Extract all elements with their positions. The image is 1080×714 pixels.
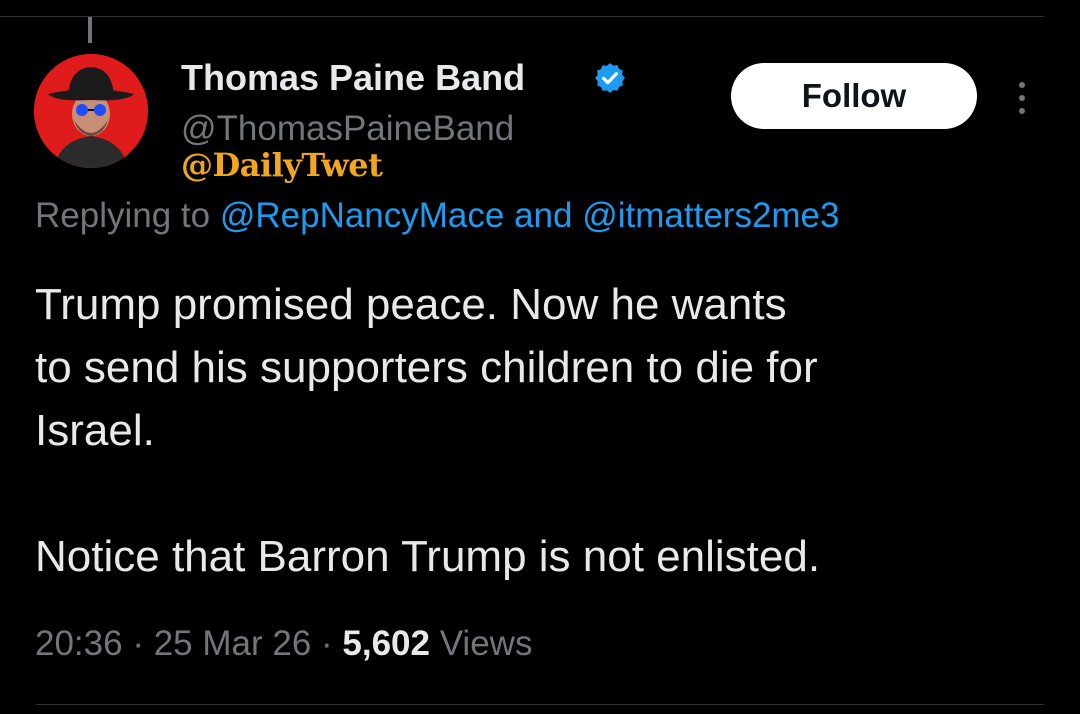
top-divider	[0, 16, 1044, 17]
mention-link-itmatters2me3[interactable]: @itmatters2me3	[582, 196, 839, 235]
meta-separator: ·	[311, 624, 343, 663]
tweet-text: Trump promised peace. Now he wants to se…	[35, 273, 820, 588]
views-count[interactable]: 5,602	[342, 624, 430, 663]
avatar[interactable]	[34, 54, 148, 168]
thread-connector-line	[88, 17, 92, 43]
tweet-time[interactable]: 20:36	[35, 624, 123, 663]
verified-badge-icon	[595, 63, 625, 93]
tweet-text-line: Israel.	[35, 406, 155, 455]
replying-to-prefix: Replying to	[35, 196, 220, 235]
tweet-text-line: to send his supporters children to die f…	[35, 343, 818, 392]
replying-to-line: Replying to @RepNancyMace and @itmatters…	[35, 196, 840, 236]
author-display-name[interactable]: Thomas Paine Band	[181, 57, 525, 99]
avatar-image	[34, 54, 148, 168]
author-handle[interactable]: @ThomasPaineBand	[181, 109, 514, 149]
tweet-metadata: 20:36 · 25 Mar 26 · 5,602 Views	[35, 624, 532, 664]
tweet-date[interactable]: 25 Mar 26	[154, 624, 312, 663]
tweet-text-line: Trump promised peace. Now he wants	[35, 280, 787, 329]
watermark-label: @DailyTwet	[181, 146, 383, 184]
more-vertical-icon[interactable]	[1014, 80, 1030, 116]
meta-separator: ·	[122, 624, 154, 663]
tweet-text-line: Notice that Barron Trump is not enlisted…	[35, 532, 821, 581]
mention-link-repnancymace[interactable]: @RepNancyMace	[220, 196, 505, 235]
views-label: Views	[430, 624, 533, 663]
bottom-divider	[36, 704, 1044, 705]
follow-button[interactable]: Follow	[731, 63, 977, 129]
replying-to-conjunction: and	[504, 196, 583, 235]
